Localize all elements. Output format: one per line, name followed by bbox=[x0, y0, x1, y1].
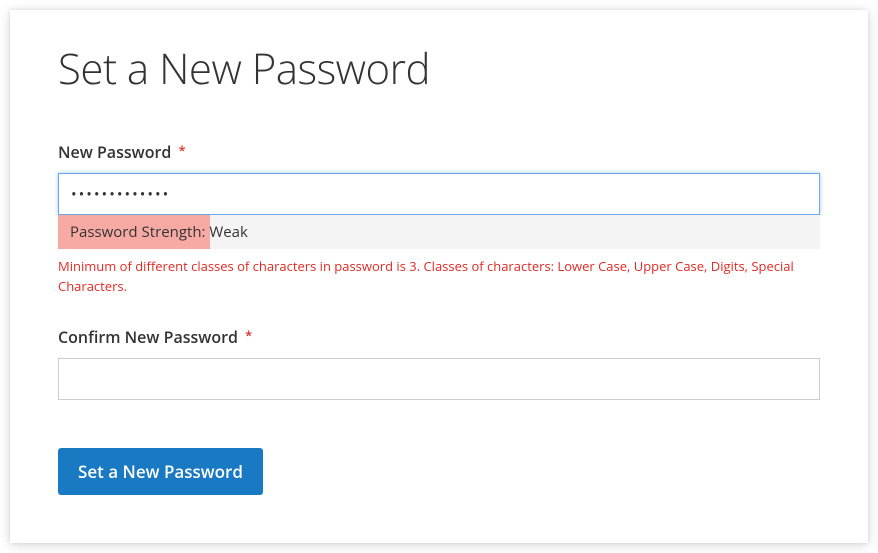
set-password-button[interactable]: Set a New Password bbox=[58, 448, 263, 495]
confirm-password-field: Confirm New Password * bbox=[58, 326, 820, 400]
new-password-label-text: New Password bbox=[58, 141, 171, 163]
confirm-password-label-text: Confirm New Password bbox=[58, 326, 238, 348]
confirm-password-label: Confirm New Password * bbox=[58, 326, 820, 348]
new-password-input[interactable] bbox=[58, 173, 820, 215]
password-strength-label: Password Strength: Weak bbox=[70, 222, 248, 242]
new-password-field: New Password * Password Strength: Weak M… bbox=[58, 141, 820, 296]
confirm-password-input[interactable] bbox=[58, 358, 820, 400]
new-password-label: New Password * bbox=[58, 141, 820, 163]
password-strength-meter: Password Strength: Weak bbox=[58, 215, 820, 249]
page-title: Set a New Password bbox=[58, 40, 820, 97]
password-reset-card: Set a New Password New Password * Passwo… bbox=[10, 10, 868, 543]
required-indicator-icon: * bbox=[178, 141, 185, 159]
required-indicator-icon: * bbox=[245, 326, 252, 344]
password-error-message: Minimum of different classes of characte… bbox=[58, 257, 820, 296]
